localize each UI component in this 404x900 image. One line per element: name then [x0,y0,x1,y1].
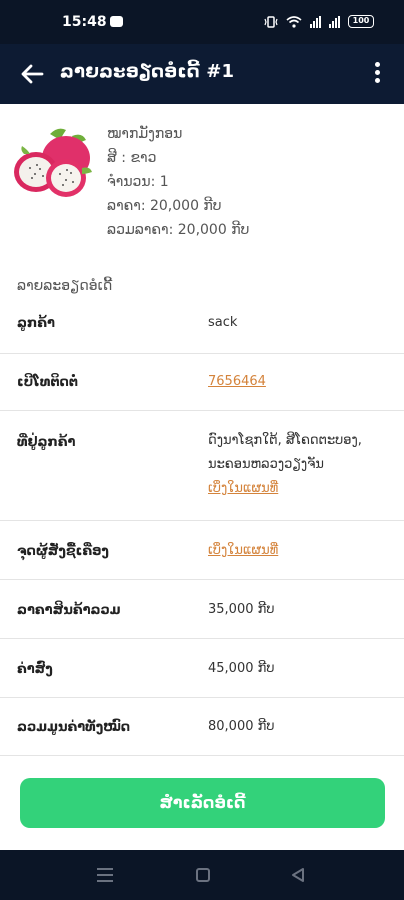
nav-back-icon[interactable] [290,867,306,883]
grand-total-value: 80,000 ກີບ [208,719,275,734]
more-vert-icon[interactable] [372,60,382,88]
phone-label: ເບີໂທຕິດຕໍ່ [17,375,78,390]
row-pickup: ຈຸດຜູ້ສັ່ງຊື້ເຄື່ອງ ເບິ່ງໃນແຜນທີ່ [0,521,404,580]
battery-icon: 100 [348,15,374,28]
product-info: ໝາກມັງກອນ ສີ : ຂາວ ຈຳນວນ: 1 ລາຄາ: 20,000… [107,122,249,242]
grand-total-label: ລວມມູນຄ່າທັງໝົດ [17,720,131,735]
customer-value: sack [208,315,238,330]
status-icons: 100 [264,15,374,28]
details-list: ລູກຄ້າ sack ເບີໂທຕິດຕໍ່ 7656464 ທີ່ຢູ່ລູ… [0,296,404,756]
product-summary: ໝາກມັງກອນ ສີ : ຂາວ ຈຳນວນ: 1 ລາຄາ: 20,000… [0,104,404,262]
system-nav-bar [0,850,404,900]
back-arrow-icon[interactable] [18,60,46,88]
customer-label: ລູກຄ້າ [17,316,55,331]
address-value: ດົງນາໂຊກໃຕ້, ສີໂຄດຕະບອງ, ນະຄອນຫລວງວຽງຈັນ… [208,429,362,501]
phone-link[interactable]: 7656464 [208,370,266,394]
app-bar: ລາຍລະອຽດອໍເດີ້ #1 [0,44,404,104]
address-map-link[interactable]: ເບິ່ງໃນແຜນທີ່ [208,477,362,501]
delivery-label: ຄ່າສົ່ງ [17,662,53,677]
pickup-label: ຈຸດຜູ້ສັ່ງຊື້ເຄື່ອງ [17,544,109,559]
product-price: ລາຄາ: 20,000 ກີບ [107,198,222,214]
address-line-1: ດົງນາໂຊກໃຕ້, ສີໂຄດຕະບອງ, [208,433,362,448]
delivery-value: 45,000 ກີບ [208,661,275,676]
row-address: ທີ່ຢູ່ລູກຄ້າ ດົງນາໂຊກໃຕ້, ສີໂຄດຕະບອງ, ນະ… [0,411,404,521]
product-name: ໝາກມັງກອນ [107,126,183,142]
pickup-map-link[interactable]: ເບິ່ງໃນແຜນທີ່ [208,539,278,563]
row-phone: ເບີໂທຕິດຕໍ່ 7656464 [0,354,404,411]
product-total: ລວມລາຄາ: 20,000 ກີບ [107,222,250,238]
status-time: 15:48 [62,14,107,30]
page-title: ລາຍລະອຽດອໍເດີ້ #1 [60,61,235,82]
vibrate-icon [264,15,278,28]
row-grand-total: ລວມມູນຄ່າທັງໝົດ 80,000 ກີບ [0,698,404,756]
wifi-icon [286,15,302,28]
product-color: ສີ : ຂາວ [107,150,157,166]
subtotal-label: ລາຄາສິນຄ້າລວມ [17,603,121,618]
home-icon[interactable] [196,868,210,882]
row-customer: ລູກຄ້າ sack [0,296,404,354]
status-bar: 15:48 100 [0,0,404,44]
complete-order-button[interactable]: ສຳເລັດອໍເດີ້ [20,778,385,828]
dragon-fruit-image [14,128,92,197]
recent-apps-icon[interactable] [97,868,113,886]
action-area: ສຳເລັດອໍເດີ້ [0,760,404,850]
row-delivery: ຄ່າສົ່ງ 45,000 ກີບ [0,639,404,698]
address-label: ທີ່ຢູ່ລູກຄ້າ [17,435,76,450]
notification-icon [110,16,123,27]
signal-icon [310,15,321,28]
section-title: ລາຍລະອຽດອໍເດີ້ [17,278,113,294]
address-line-2: ນະຄອນຫລວງວຽງຈັນ [208,457,324,472]
signal-icon-2 [329,15,340,28]
subtotal-value: 35,000 ກີບ [208,602,275,617]
row-subtotal: ລາຄາສິນຄ້າລວມ 35,000 ກີບ [0,580,404,639]
product-quantity: ຈຳນວນ: 1 [107,174,169,190]
